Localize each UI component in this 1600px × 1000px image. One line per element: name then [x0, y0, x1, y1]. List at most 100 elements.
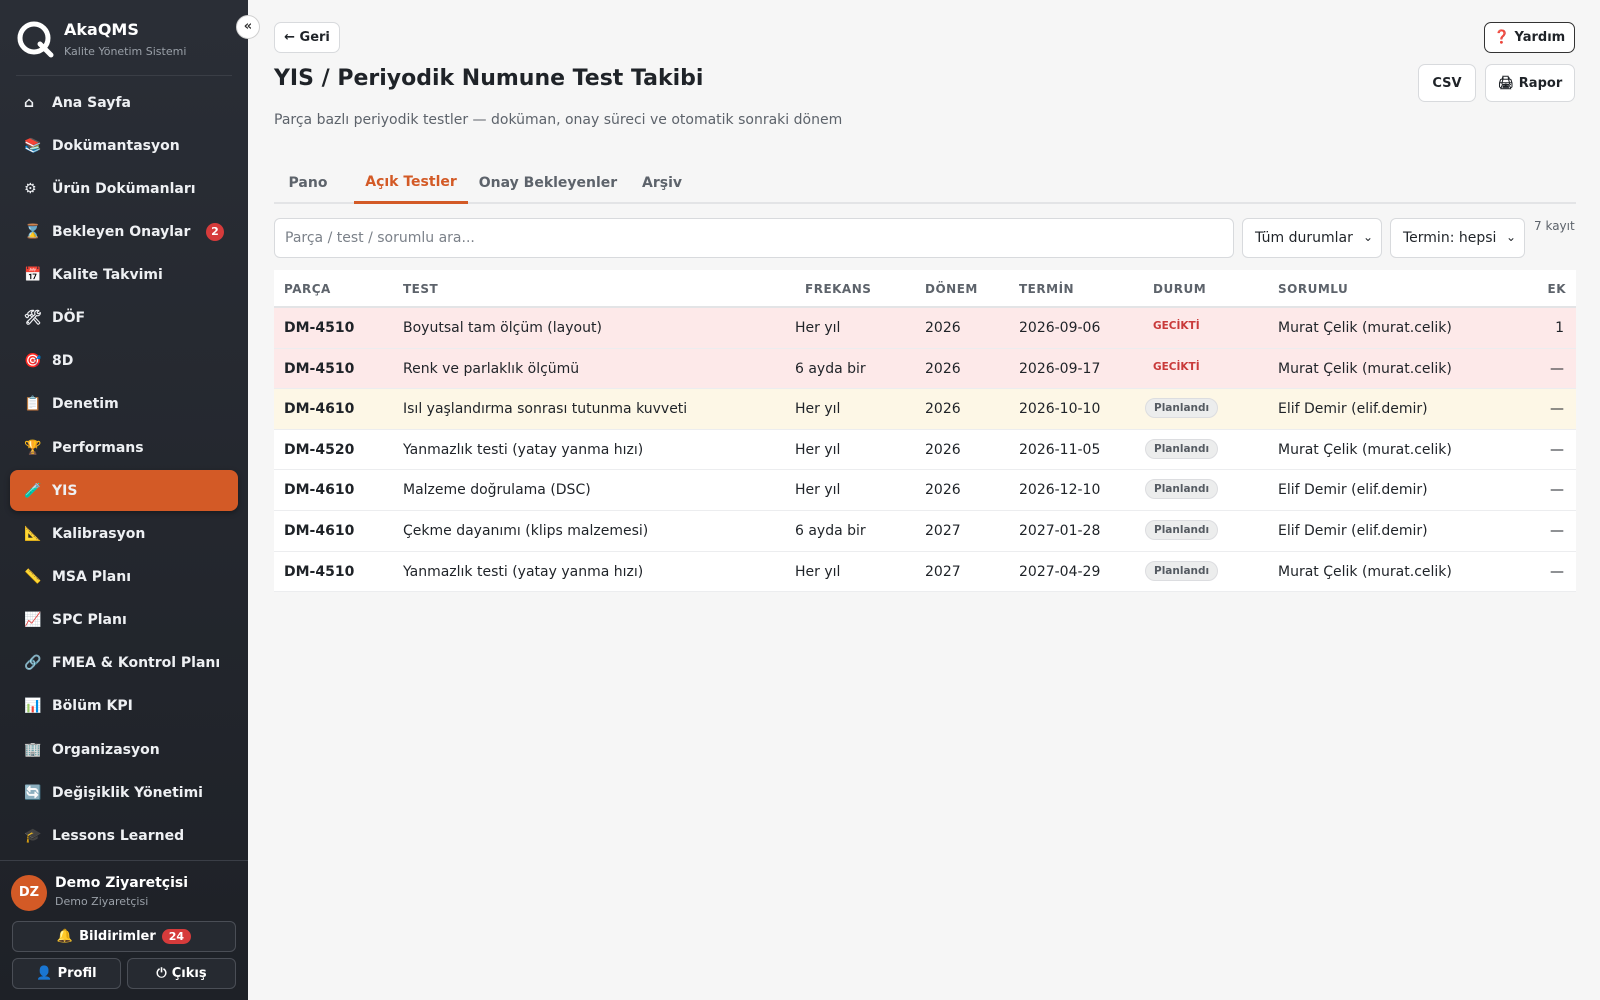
cell-attachment[interactable]: 1 — [1555, 320, 1564, 336]
notifications-button[interactable]: 🔔 Bildirimler 24 — [12, 921, 236, 952]
cell-attachment[interactable]: — — [1550, 361, 1564, 377]
status-badge: Planlandı — [1145, 398, 1219, 419]
cell-frequency: Her yıl — [795, 320, 841, 336]
sidebar-item-spc-plan-[interactable]: 📈 SPC Planı — [10, 600, 238, 641]
sidebar-item-fmea-kontrol-plan-[interactable]: 🔗 FMEA & Kontrol Planı — [10, 643, 238, 684]
status-badge: Planlandı — [1145, 438, 1219, 459]
cell-test: Isıl yaşlandırma sonrası tutunma kuvveti — [403, 401, 688, 418]
cell-due: 2027-04-29 — [1019, 563, 1101, 580]
nav-icon: 📚 — [24, 137, 42, 154]
sidebar-item-d-f[interactable]: 🛠 DÖF — [10, 298, 238, 339]
cell-part: DM-4520 — [284, 441, 355, 458]
status-filter-select[interactable]: Tüm durumlar ⌄ — [1242, 218, 1382, 258]
sidebar-item-b-l-m-kpi[interactable]: 📊 Bölüm KPI — [10, 686, 238, 727]
nav-icon: 📋 — [24, 396, 42, 413]
cell-owner: Elif Demir (elif.demir) — [1278, 522, 1428, 539]
sidebar-item-lessons-learned[interactable]: 🎓 Lessons Learned — [10, 815, 238, 856]
column-header-owner[interactable]: SORUMLU — [1278, 282, 1348, 296]
logout-label: Çıkış — [171, 966, 207, 981]
cell-attachment[interactable]: — — [1550, 482, 1564, 498]
cell-test: Boyutsal tam ölçüm (layout) — [403, 320, 602, 336]
column-header-period[interactable]: DÖNEM — [925, 282, 978, 296]
cell-frequency: 6 ayda bir — [795, 360, 866, 377]
nav-icon: 📏 — [24, 569, 42, 586]
brand-title: AkaQMS — [64, 20, 139, 39]
sidebar-item-8d[interactable]: 🎯 8D — [10, 341, 238, 382]
sidebar-item-yis[interactable]: 🧪 YIS — [10, 470, 238, 512]
user-role: Demo Ziyaretçisi — [55, 895, 149, 908]
bell-icon: 🔔 — [56, 929, 74, 944]
sidebar-item-label: DÖF — [52, 310, 86, 327]
sidebar-item-label: Bölüm KPI — [52, 698, 133, 715]
sidebar-item-kalibrasyon[interactable]: 📐 Kalibrasyon — [10, 513, 238, 554]
sidebar-item-denetim[interactable]: 📋 Denetim — [10, 384, 238, 425]
table-row[interactable]: DM-4510 Yanmazlık testi (yatay yanma hızı… — [274, 552, 1576, 593]
sidebar-item-dok-mantasyon[interactable]: 📚 Dokümantasyon — [10, 125, 238, 166]
cell-period: 2026 — [925, 401, 961, 418]
cell-owner: Murat Çelik (murat.celik) — [1278, 360, 1452, 377]
table-header: PARÇA TEST FREKANS DÖNEM TERMİN DURUM SO… — [274, 270, 1576, 308]
sidebar-item-de-i-iklik-y-netimi[interactable]: 🔄 Değişiklik Yönetimi — [10, 772, 238, 813]
search-input[interactable] — [274, 218, 1234, 258]
sidebar-item-ana-sayfa[interactable]: ⌂ Ana Sayfa — [10, 82, 238, 123]
back-button[interactable]: ← Geri — [274, 22, 340, 53]
column-header-part[interactable]: PARÇA — [284, 282, 331, 296]
sidebar-item-bekleyen-onaylar[interactable]: ⌛ Bekleyen Onaylar 2 — [10, 211, 238, 252]
cell-frequency: Her yıl — [795, 401, 841, 418]
sidebar-item-msa-plan-[interactable]: 📏 MSA Planı — [10, 557, 238, 598]
cell-owner: Elif Demir (elif.demir) — [1278, 482, 1428, 499]
status-badge: Planlandı — [1145, 479, 1219, 500]
table-row[interactable]: DM-4610 Çekme dayanımı (klips malzemesi) 6… — [274, 511, 1576, 552]
tab-arsiv[interactable]: Arşiv — [631, 162, 693, 204]
report-button[interactable]: 🖨 Rapor — [1485, 64, 1575, 102]
help-button[interactable]: ❓ Yardım — [1484, 22, 1575, 53]
profile-button[interactable]: 👤 Profil — [12, 958, 121, 989]
status-badge: GECİKTİ — [1153, 360, 1200, 373]
user-name: Demo Ziyaretçisi — [55, 875, 189, 891]
cell-attachment[interactable]: — — [1550, 564, 1564, 580]
logout-button[interactable]: ⏻ Çıkış — [127, 958, 236, 989]
cell-attachment[interactable]: — — [1550, 523, 1564, 539]
nav-icon: ⌂ — [24, 94, 35, 111]
tab-acik-testler[interactable]: Açık Testler — [354, 162, 468, 204]
nav-icon: 📊 — [24, 698, 42, 715]
cell-frequency: Her yıl — [795, 441, 841, 458]
term-filter-select[interactable]: Termin: hepsi ⌄ — [1390, 218, 1525, 258]
column-header-status[interactable]: DURUM — [1153, 282, 1206, 296]
sidebar-item-label: SPC Planı — [52, 612, 127, 629]
nav-icon: 🔄 — [24, 784, 42, 801]
sidebar-item-label: Kalite Takvimi — [52, 267, 163, 284]
cell-test: Renk ve parlaklık ölçümü — [403, 360, 580, 377]
tab-onay-bekleyenler[interactable]: Onay Bekleyenler — [478, 162, 618, 204]
cell-attachment[interactable]: — — [1550, 401, 1564, 417]
column-header-due[interactable]: TERMİN — [1019, 282, 1074, 296]
column-header-attachment[interactable]: EK — [1548, 282, 1567, 296]
column-header-test[interactable]: TEST — [403, 282, 438, 296]
cell-attachment[interactable]: — — [1550, 442, 1564, 458]
sidebar-item-organizasyon[interactable]: 🏢 Organizasyon — [10, 729, 238, 770]
table-row[interactable]: DM-4610 Isıl yaşlandırma sonrası tutunma … — [274, 389, 1576, 430]
nav-icon: 🔗 — [24, 655, 42, 672]
cell-owner: Murat Çelik (murat.celik) — [1278, 441, 1452, 458]
column-header-frequency[interactable]: FREKANS — [805, 282, 871, 296]
csv-export-button[interactable]: CSV — [1418, 64, 1476, 102]
cell-due: 2027-01-28 — [1019, 522, 1101, 539]
avatar[interactable]: DZ — [11, 875, 47, 911]
sidebar-item-performans[interactable]: 🏆 Performans — [10, 427, 238, 468]
brand-logo-icon — [17, 21, 54, 58]
collapse-sidebar-button[interactable]: « — [236, 15, 260, 39]
tab-pano[interactable]: Pano — [274, 162, 342, 204]
sidebar-item--r-n-dok-manlar-[interactable]: ⚙ Ürün Dokümanları — [10, 168, 238, 209]
sidebar-item-label: Bekleyen Onaylar — [52, 223, 191, 240]
cell-part: DM-4510 — [284, 563, 355, 580]
table-row[interactable]: DM-4510 Boyutsal tam ölçüm (layout) Her yı… — [274, 308, 1576, 349]
cell-part: DM-4510 — [284, 360, 355, 377]
nav-icon: 📐 — [24, 525, 42, 542]
brand[interactable]: AkaQMS Kalite Yönetim Sistemi — [16, 18, 232, 76]
table-row[interactable]: DM-4520 Yanmazlık testi (yatay yanma hızı… — [274, 430, 1576, 471]
sidebar-item-label: MSA Planı — [52, 569, 131, 586]
cell-due: 2026-12-10 — [1019, 482, 1101, 499]
sidebar-item-kalite-takvimi[interactable]: 📅 Kalite Takvimi — [10, 255, 238, 296]
table-row[interactable]: DM-4510 Renk ve parlaklık ölçümü 6 ayda bi… — [274, 348, 1576, 390]
table-row[interactable]: DM-4610 Malzeme doğrulama (DSC) Her yıl 202… — [274, 470, 1576, 511]
